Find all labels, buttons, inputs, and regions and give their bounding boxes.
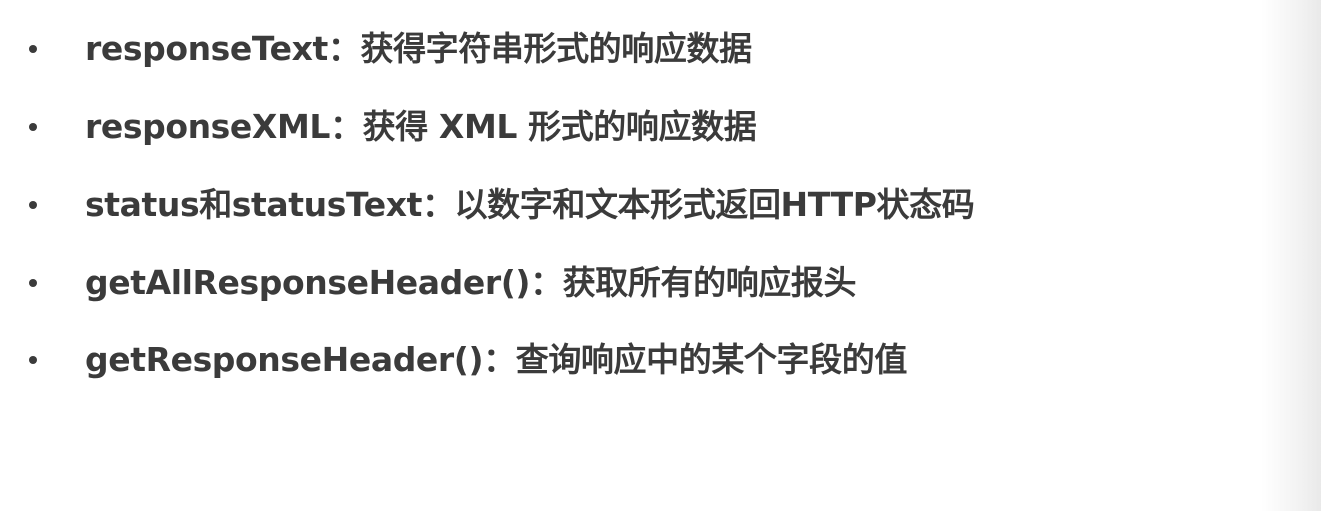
list-item: status和statusText：以数字和文本形式返回HTTP状态码 [0,180,1300,230]
bullet-icon [29,45,37,53]
edge-shadow [1261,0,1321,511]
bullet-icon [29,356,37,364]
list-item-text: getResponseHeader()：查询响应中的某个字段的值 [85,340,907,379]
list-item: getAllResponseHeader()：获取所有的响应报头 [0,258,1300,308]
list-item: responseText：获得字符串形式的响应数据 [0,24,1300,74]
list-item-text: status和statusText：以数字和文本形式返回HTTP状态码 [85,185,975,224]
list-item: responseXML：获得 XML 形式的响应数据 [0,102,1300,152]
bullet-icon [29,279,37,287]
list-item-text: responseText：获得字符串形式的响应数据 [85,29,752,68]
list-item-text: responseXML：获得 XML 形式的响应数据 [85,107,757,146]
list-item: getResponseHeader()：查询响应中的某个字段的值 [0,335,1300,385]
slide: responseText：获得字符串形式的响应数据 responseXML：获得… [0,0,1321,511]
bullet-icon [29,123,37,131]
list-item-text: getAllResponseHeader()：获取所有的响应报头 [85,263,857,302]
bullet-icon [29,201,37,209]
